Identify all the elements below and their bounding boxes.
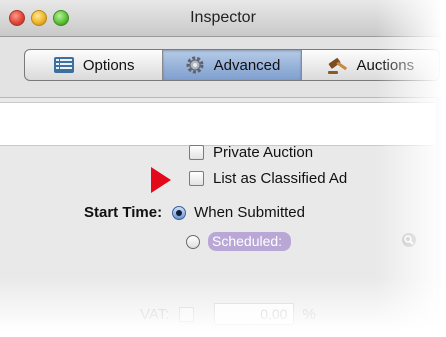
when-submitted-radio[interactable] bbox=[172, 205, 187, 220]
titlebar: Inspector bbox=[0, 0, 446, 37]
scheduled-search-row bbox=[401, 232, 417, 252]
toolbar: Options Advanced Auctions bbox=[0, 37, 446, 98]
scheduled-radio[interactable] bbox=[186, 234, 200, 249]
vat-input[interactable]: 0,00 bbox=[214, 303, 295, 325]
vat-checkbox[interactable] bbox=[179, 306, 195, 322]
private-auction-checkbox[interactable] bbox=[189, 144, 204, 160]
tab-advanced[interactable]: Advanced bbox=[163, 50, 302, 80]
classified-ad-checkbox[interactable] bbox=[189, 171, 204, 186]
start-time-row: Start Time: When Submitted bbox=[84, 204, 305, 221]
tab-options-label: Options bbox=[82, 56, 135, 74]
gear-icon bbox=[184, 55, 206, 75]
window-title: Inspector bbox=[190, 9, 256, 26]
scheduled-label: Scheduled: bbox=[208, 232, 292, 251]
header-band bbox=[0, 102, 435, 146]
scrollbar[interactable] bbox=[436, 98, 446, 337]
list-icon bbox=[53, 55, 75, 75]
vat-label: VAT: bbox=[140, 305, 170, 323]
magnifier-icon[interactable] bbox=[401, 232, 417, 252]
gavel-icon bbox=[327, 55, 349, 75]
private-auction-label: Private Auction bbox=[213, 144, 314, 160]
tab-auctions[interactable]: Auctions bbox=[302, 50, 439, 80]
classified-ad-row: List as Classified Ad bbox=[189, 170, 347, 187]
tab-segmented-control: Options Advanced Auctions bbox=[24, 49, 440, 81]
vat-row: VAT: 0,00 % bbox=[140, 303, 316, 325]
scheduled-row: Scheduled: bbox=[186, 232, 292, 251]
advanced-pane: Private Auction List as Classified Ad St… bbox=[0, 98, 446, 337]
tab-auctions-label: Auctions bbox=[356, 56, 415, 74]
when-submitted-label: When Submitted bbox=[194, 204, 305, 221]
red-arrow-icon bbox=[151, 167, 171, 193]
private-auction-row: Private Auction bbox=[189, 144, 313, 160]
start-time-label: Start Time: bbox=[84, 204, 163, 221]
classified-ad-label: List as Classified Ad bbox=[213, 170, 348, 187]
vat-unit: % bbox=[302, 305, 316, 323]
tab-advanced-label: Advanced bbox=[213, 56, 281, 74]
inspector-window: Inspector Options Advanced Auctions Priv… bbox=[0, 0, 446, 337]
tab-options[interactable]: Options bbox=[25, 50, 164, 80]
